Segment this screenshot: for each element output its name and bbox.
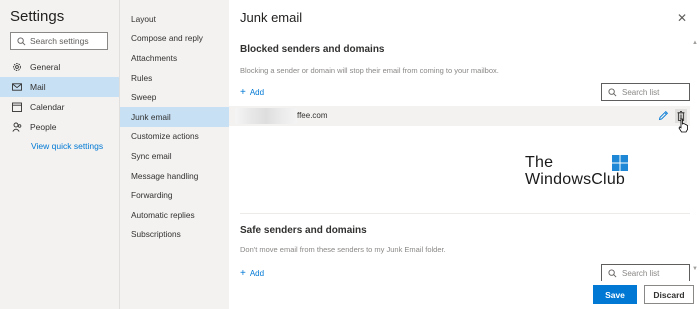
section-divider (240, 213, 690, 214)
watermark-line2: WindowsClub (525, 171, 626, 188)
menu-item-sweep[interactable]: Sweep (120, 87, 230, 107)
search-icon (608, 268, 617, 277)
menu-item-automatic-replies[interactable]: Automatic replies (120, 205, 230, 225)
plus-icon: + (240, 268, 246, 279)
menu-item-message-handling[interactable]: Message handling (120, 166, 230, 186)
hand-cursor-icon (678, 118, 688, 133)
scroll-up-icon[interactable]: ▲ (692, 40, 698, 46)
settings-nav: General Mail Calendar People (0, 57, 119, 137)
scroll-down-icon[interactable]: ▼ (692, 266, 698, 272)
nav-item-label: Mail (30, 82, 46, 92)
menu-item-subscriptions[interactable]: Subscriptions (120, 225, 230, 245)
safe-section-title: Safe senders and domains (240, 225, 367, 236)
menu-item-compose-and-reply[interactable]: Compose and reply (120, 29, 230, 49)
settings-title: Settings (10, 8, 65, 25)
add-label: Add (249, 88, 265, 97)
mail-settings-list: Layout Compose and reply Attachments Rul… (120, 9, 230, 244)
menu-item-forwarding[interactable]: Forwarding (120, 185, 230, 205)
plus-icon: + (240, 87, 246, 98)
watermark-line1: The (525, 154, 554, 171)
search-icon (17, 36, 26, 45)
blocked-section-title: Blocked senders and domains (240, 44, 385, 55)
content-scrollbar[interactable]: ▲ ▼ (692, 40, 698, 280)
settings-nav-pane: Settings General Mail C (0, 0, 119, 309)
safe-search-list[interactable]: Search list (601, 264, 690, 282)
footer-bar: Save Discard (229, 281, 700, 309)
watermark: The WindowsClub (525, 154, 628, 188)
blocked-section-description: Blocking a sender or domain will stop th… (240, 66, 499, 75)
windows-logo-icon (612, 155, 628, 171)
nav-item-mail[interactable]: Mail (0, 77, 119, 97)
menu-item-customize-actions[interactable]: Customize actions (120, 127, 230, 147)
nav-item-label: People (30, 122, 57, 132)
mail-icon (12, 83, 22, 91)
menu-item-attachments[interactable]: Attachments (120, 48, 230, 68)
page-title: Junk email (240, 10, 303, 25)
nav-item-general[interactable]: General (0, 57, 119, 77)
blocked-entry-domain: ffee.com (297, 111, 328, 120)
junk-email-panel: Junk email ✕ Blocked senders and domains… (229, 0, 700, 309)
menu-item-rules[interactable]: Rules (120, 68, 230, 88)
blocked-search-placeholder: Search list (622, 87, 660, 97)
redacted-text (235, 108, 297, 124)
mail-settings-menu: Layout Compose and reply Attachments Rul… (119, 0, 230, 309)
save-button[interactable]: Save (593, 285, 637, 304)
blocked-entry-row[interactable]: ffee.com (229, 106, 690, 126)
add-blocked-button[interactable]: + Add (240, 87, 264, 98)
search-icon (608, 87, 617, 96)
settings-search-box[interactable] (10, 32, 110, 50)
add-safe-button[interactable]: + Add (240, 268, 264, 279)
blocked-search-list[interactable]: Search list (601, 83, 690, 101)
menu-item-junk-email[interactable]: Junk email (120, 106, 230, 127)
gear-icon (13, 63, 21, 71)
nav-item-label: General (30, 62, 61, 72)
menu-item-layout[interactable]: Layout (120, 9, 230, 29)
discard-button[interactable]: Discard (644, 285, 694, 304)
add-label: Add (249, 269, 265, 278)
view-quick-settings-link[interactable]: View quick settings (31, 141, 103, 151)
menu-item-sync-email[interactable]: Sync email (120, 146, 230, 166)
close-icon[interactable]: ✕ (677, 12, 687, 24)
safe-search-placeholder: Search list (622, 268, 660, 278)
nav-item-people[interactable]: People (0, 117, 119, 137)
calendar-icon (12, 102, 22, 112)
settings-search-input[interactable] (30, 36, 110, 46)
safe-section-description: Don't move email from these senders to m… (240, 245, 446, 254)
nav-item-label: Calendar (30, 102, 65, 112)
nav-item-calendar[interactable]: Calendar (0, 97, 119, 117)
edit-icon[interactable] (658, 110, 669, 121)
people-icon (12, 122, 22, 132)
